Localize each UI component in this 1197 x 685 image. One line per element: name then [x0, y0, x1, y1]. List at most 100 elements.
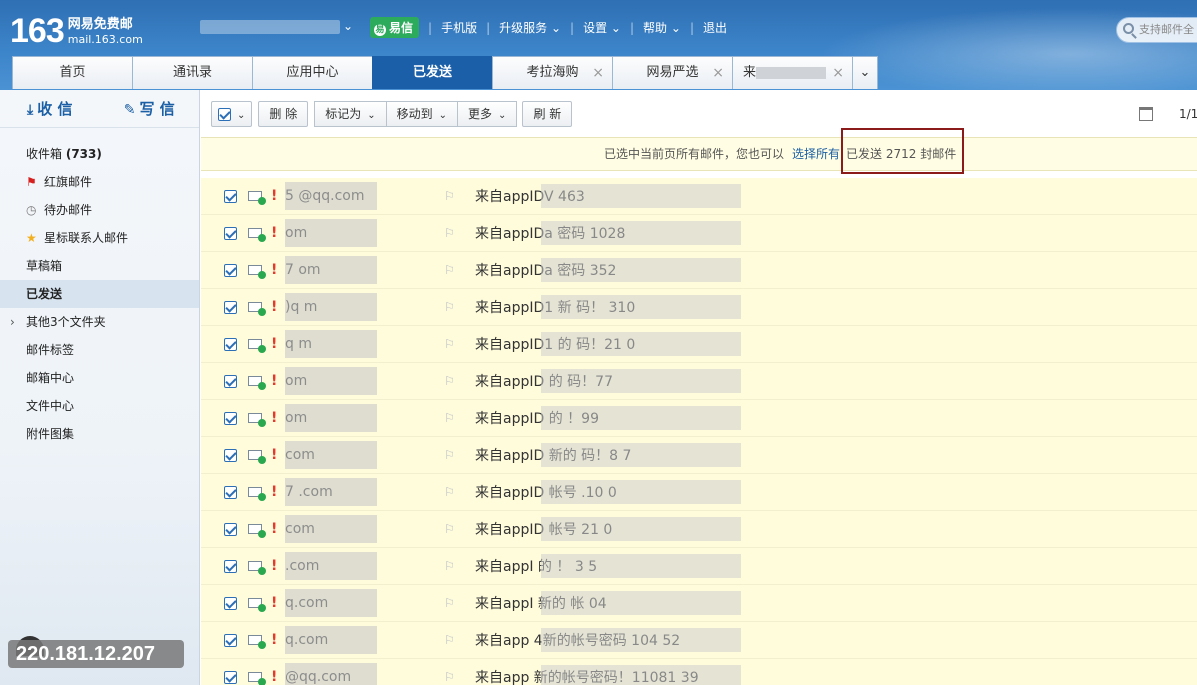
close-icon[interactable]: ×	[712, 57, 724, 89]
table-row[interactable]: ! @qq.com⚐来自app 新的帐号密码！11081 39	[201, 659, 1197, 685]
flag-icon[interactable]: ⚐	[444, 596, 455, 610]
folder-sent[interactable]: 已发送	[0, 280, 199, 308]
table-row[interactable]: !7 om⚐来自appIDa 密码 352	[201, 252, 1197, 289]
flag-icon[interactable]: ⚐	[444, 559, 455, 573]
row-checkbox[interactable]	[224, 448, 237, 462]
row-checkbox[interactable]	[224, 300, 237, 314]
table-row[interactable]: ! )q m⚐来自appID1 新 码！ 310	[201, 289, 1197, 326]
select-all-link[interactable]: 选择所有	[792, 147, 840, 161]
blurred-recipient	[285, 367, 377, 395]
row-checkbox[interactable]	[224, 411, 237, 425]
more-dropdown[interactable]: 更多 ⌄	[457, 100, 518, 127]
folder-todo[interactable]: ◷ 待办邮件	[0, 196, 199, 224]
folder-attachments[interactable]: 附件图集	[0, 420, 199, 448]
refresh-button[interactable]: 刷 新	[522, 100, 573, 127]
blurred-recipient	[285, 626, 377, 654]
row-checkbox[interactable]	[224, 559, 237, 573]
row-checkbox[interactable]	[224, 596, 237, 610]
table-row[interactable]: ! om⚐来自appIDa 密码 1028	[201, 215, 1197, 252]
row-checkbox[interactable]	[224, 337, 237, 351]
tab-app-center[interactable]: 应用中心	[252, 56, 373, 89]
flag-icon[interactable]: ⚐	[444, 411, 455, 425]
row-checkbox[interactable]	[224, 633, 237, 647]
row-checkbox[interactable]	[224, 522, 237, 536]
flag-icon[interactable]: ⚐	[444, 633, 455, 647]
folder-others[interactable]: › 其他3个文件夹	[0, 308, 199, 336]
tab-sent[interactable]: 已发送	[372, 56, 493, 89]
table-row[interactable]: ! com⚐来自appID 新的 码！8 7	[201, 437, 1197, 474]
folder-flagged[interactable]: ⚑ 红旗邮件	[0, 168, 199, 196]
help-menu[interactable]: 帮助 ⌄	[643, 19, 681, 36]
flag-icon[interactable]: ⚐	[444, 448, 455, 462]
flag-icon[interactable]: ⚐	[444, 670, 455, 684]
logo-title: 网易免费邮	[67, 16, 133, 32]
select-all-dropdown[interactable]: ⌄	[211, 100, 253, 127]
close-icon[interactable]: ×	[592, 57, 604, 89]
blurred-recipient	[285, 330, 377, 358]
important-icon: !	[271, 484, 278, 500]
flag-icon[interactable]: ⚐	[444, 226, 455, 240]
flag-icon[interactable]: ⚐	[444, 300, 455, 314]
row-checkbox[interactable]	[224, 485, 237, 499]
table-row[interactable]: ! q m⚐来自appID1 的 码！21 0	[201, 326, 1197, 363]
row-checkbox[interactable]	[224, 374, 237, 388]
move-to-dropdown[interactable]: 移动到 ⌄	[385, 100, 459, 127]
logout-link[interactable]: 退出	[703, 19, 727, 36]
blurred-recipient	[285, 552, 377, 580]
table-row[interactable]: ! q.com⚐来自appI 新的 帐 04	[201, 585, 1197, 622]
chevron-down-icon[interactable]: ⌄	[343, 19, 353, 33]
settings-menu[interactable]: 设置 ⌄	[583, 19, 621, 36]
tab-mail-blurred[interactable]: 来 ×	[732, 56, 853, 89]
important-icon: !	[271, 669, 278, 685]
mark-as-dropdown[interactable]: 标记为 ⌄	[314, 100, 387, 127]
table-row[interactable]: ! om⚐来自appID 的 ！99	[201, 400, 1197, 437]
folder-mail-center[interactable]: 邮箱中心	[0, 364, 199, 392]
sent-mail-icon	[248, 672, 266, 685]
flag-icon[interactable]: ⚐	[444, 522, 455, 536]
sent-mail-icon	[248, 339, 266, 353]
flag-icon[interactable]: ⚐	[444, 485, 455, 499]
tab-more-button[interactable]: ⌄	[852, 56, 878, 89]
calendar-icon[interactable]	[1139, 107, 1153, 121]
row-checkbox[interactable]	[224, 226, 237, 240]
row-checkbox[interactable]	[224, 670, 237, 684]
tab-yanxuan[interactable]: 网易严选 ×	[612, 56, 733, 89]
chevron-down-icon: ⌄	[670, 21, 681, 35]
table-row[interactable]: ! com⚐来自appID 帐号 21 0	[201, 511, 1197, 548]
toolbar: ⌄ 删 除 标记为 ⌄ 移动到 ⌄ 更多 ⌄ 刷 新 1/1	[201, 90, 1197, 137]
folder-tags[interactable]: 邮件标签	[0, 336, 199, 364]
chevron-down-icon: ⌄	[610, 21, 621, 35]
table-row[interactable]: !7 .com⚐来自appID 帐号 .10 0	[201, 474, 1197, 511]
table-row[interactable]: ! om⚐来自appID 的 码！77	[201, 363, 1197, 400]
delete-button[interactable]: 删 除	[258, 100, 309, 127]
flag-icon[interactable]: ⚐	[444, 263, 455, 277]
upgrade-menu[interactable]: 升级服务 ⌄	[499, 19, 561, 36]
mobile-link[interactable]: 手机版	[441, 19, 477, 36]
search-input[interactable]: 支持邮件全	[1116, 17, 1197, 43]
checkbox-icon	[218, 107, 231, 121]
edit-icon: ✎	[123, 102, 136, 118]
table-row[interactable]: ! .com⚐来自appI 的 ！ 3 5	[201, 548, 1197, 585]
tab-contacts[interactable]: 通讯录	[132, 56, 253, 89]
folder-starred[interactable]: ★ 星标联系人邮件	[0, 224, 199, 252]
tab-kaola[interactable]: 考拉海购 ×	[492, 56, 613, 89]
folder-drafts[interactable]: 草稿箱	[0, 252, 199, 280]
row-checkbox[interactable]	[224, 189, 237, 203]
account-name-blurred[interactable]	[200, 20, 340, 34]
tab-home[interactable]: 首页	[12, 56, 133, 89]
row-checkbox[interactable]	[224, 263, 237, 277]
folder-inbox[interactable]: 收件箱 (733)	[0, 140, 199, 168]
flag-icon[interactable]: ⚐	[444, 374, 455, 388]
blurred-subject	[541, 628, 741, 652]
table-row[interactable]: !5 @qq.com⚐来自appIDV 463	[201, 178, 1197, 215]
logo[interactable]: 163 网易免费邮 mail.163.com	[10, 12, 143, 51]
table-row[interactable]: ! q.com⚐来自app 4新的帐号密码 104 52	[201, 622, 1197, 659]
receive-button[interactable]: ⤓ 收 信	[0, 98, 100, 119]
close-icon[interactable]: ×	[832, 57, 844, 89]
flag-icon[interactable]: ⚐	[444, 189, 455, 203]
folder-file-center[interactable]: 文件中心	[0, 392, 199, 420]
flag-icon[interactable]: ⚐	[444, 337, 455, 351]
sent-mail-icon	[248, 561, 266, 575]
yixin-button[interactable]: 易易信	[370, 17, 420, 38]
compose-button[interactable]: ✎ 写 信	[100, 98, 200, 119]
